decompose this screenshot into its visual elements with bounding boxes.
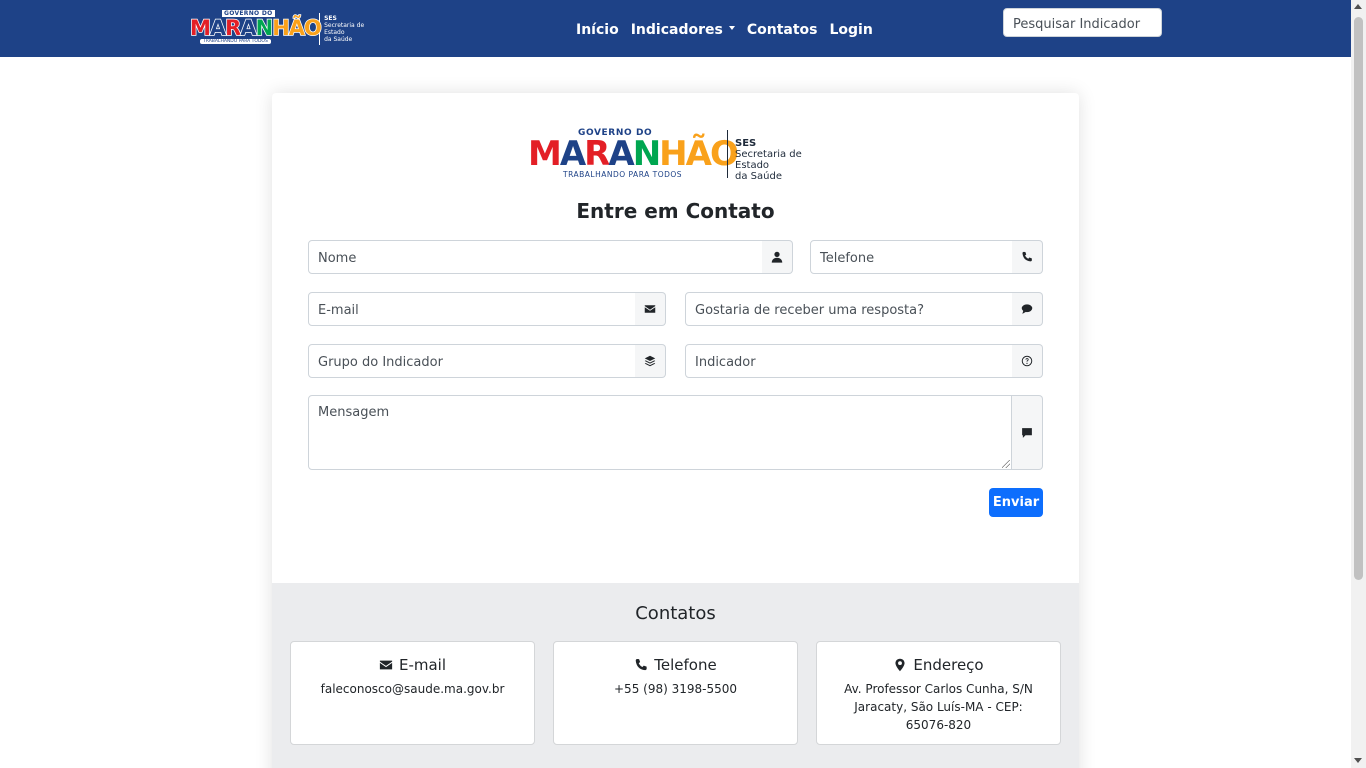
resposta-input[interactable]: Gostaria de receber uma resposta? [685,292,1013,326]
scroll-thumb[interactable] [1354,17,1363,580]
logo-tagline: TRABALHANDO PARA TODOS [200,39,271,44]
resize-handle-icon[interactable] [1002,460,1010,468]
card-logo: GOVERNO DO MARANHÃO TRABALHANDO PARA TOD… [528,128,828,182]
envelope-icon [379,660,393,670]
email-input[interactable]: E-mail [308,292,636,326]
envelope-icon [635,292,666,326]
contact-address-value: Av. Professor Carlos Cunha, S/N Jaracaty… [844,682,1033,732]
nav-link-inicio[interactable]: Início [576,22,619,38]
message-icon [1012,395,1043,470]
contact-email-card: E-mail faleconosco@saude.ma.gov.br [290,641,535,745]
comment-icon [1012,292,1043,326]
governo-maranhao-logo[interactable]: GOVERNO DO MARANHÃO TRABALHANDO PARA TOD… [189,10,386,48]
phone-icon [1012,240,1043,274]
search-indicator-input[interactable]: Pesquisar Indicador [1003,8,1162,37]
scroll-up-arrow-icon[interactable] [1354,4,1362,9]
nome-input[interactable]: Nome [308,240,763,274]
card-logo-divider [727,130,728,178]
nav-link-indicadores[interactable]: Indicadores [631,22,735,38]
mensagem-textarea[interactable]: Mensagem [308,395,1012,470]
page-title: Entre em Contato [576,199,775,223]
telefone-input[interactable]: Telefone [810,240,1013,274]
contact-address-heading: Endereço [817,656,1060,674]
contact-email-value[interactable]: faleconosco@saude.ma.gov.br [291,680,534,698]
question-circle-icon [1012,344,1043,378]
nav-menu: Início Indicadores Contatos Login [576,20,885,40]
phone-icon [636,659,647,671]
nav-link-contatos[interactable]: Contatos [747,22,818,38]
top-navbar: GOVERNO DO MARANHÃO TRABALHANDO PARA TOD… [0,0,1351,57]
layers-icon [635,344,666,378]
logo-ses: SES Secretaria de Estado da Saúde [324,15,365,43]
card-logo-wordmark: MARANHÃO [528,134,739,174]
contact-phone-heading: Telefone [554,656,797,674]
grupo-indicador-select[interactable]: Grupo do Indicador [308,344,636,378]
enviar-button[interactable]: Enviar [989,488,1043,517]
indicador-select[interactable]: Indicador [685,344,1013,378]
contact-email-heading: E-mail [291,656,534,674]
contacts-title: Contatos [635,603,716,624]
map-marker-icon [895,658,905,672]
card-logo-ses: SES Secretaria de Estado da Saúde [735,138,802,182]
mensagem-placeholder: Mensagem [318,405,390,420]
contact-phone-card: Telefone +55 (98) 3198-5500 [553,641,798,745]
contact-phone-value: +55 (98) 3198-5500 [614,682,737,696]
contact-address-card: Endereço Av. Professor Carlos Cunha, S/N… [816,641,1061,745]
scroll-down-arrow-icon[interactable] [1354,758,1362,763]
caret-down-icon [728,26,735,30]
logo-wordmark: MARANHÃO [189,15,322,41]
contact-card: GOVERNO DO MARANHÃO TRABALHANDO PARA TOD… [272,93,1079,768]
page-scrollbar[interactable] [1351,0,1366,768]
logo-mark: GOVERNO DO MARANHÃO TRABALHANDO PARA TOD… [189,10,323,48]
nav-link-login[interactable]: Login [829,22,872,38]
card-logo-tagline: TRABALHANDO PARA TODOS [563,170,683,179]
contacts-section: Contatos E-mail faleconosco@saude.ma.gov… [272,583,1079,768]
user-icon [762,240,793,274]
